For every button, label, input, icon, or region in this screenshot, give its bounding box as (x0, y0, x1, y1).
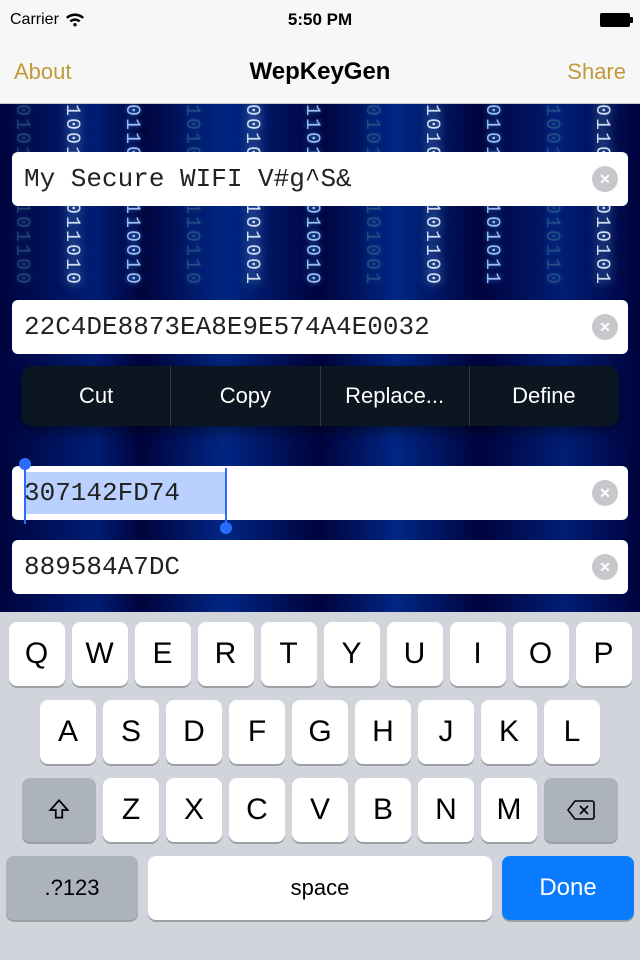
key-b[interactable]: B (355, 778, 411, 842)
key-z[interactable]: Z (103, 778, 159, 842)
copy-button[interactable]: Copy (171, 366, 320, 426)
key2-input[interactable] (24, 478, 592, 508)
define-button[interactable]: Define (470, 366, 618, 426)
status-bar: Carrier 5:50 PM (0, 0, 640, 40)
content-area: 0101100101100 1001011011010 011010011001… (0, 104, 640, 612)
key-y[interactable]: Y (324, 622, 380, 686)
ssid-input[interactable] (24, 164, 592, 194)
key-t[interactable]: T (261, 622, 317, 686)
keyboard-row-2: A S D F G H J K L (6, 700, 634, 764)
selection-handle-start[interactable] (19, 458, 31, 470)
clear-icon[interactable] (592, 480, 618, 506)
keyboard-row-4: .?123 space Done (6, 856, 634, 920)
key-l[interactable]: L (544, 700, 600, 764)
key-w[interactable]: W (72, 622, 128, 686)
key-c[interactable]: C (229, 778, 285, 842)
key-d[interactable]: D (166, 700, 222, 764)
cut-button[interactable]: Cut (22, 366, 171, 426)
key-e[interactable]: E (135, 622, 191, 686)
key-s[interactable]: S (103, 700, 159, 764)
key-i[interactable]: I (450, 622, 506, 686)
page-title: WepKeyGen (250, 58, 391, 86)
edit-menu: Cut Copy Replace... Define (22, 366, 618, 426)
keyboard-row-1: Q W E R T Y U I O P (6, 622, 634, 686)
key-j[interactable]: J (418, 700, 474, 764)
space-key[interactable]: space (148, 856, 492, 920)
selection-handle-end[interactable] (220, 522, 232, 534)
replace-button[interactable]: Replace... (321, 366, 470, 426)
key-x[interactable]: X (166, 778, 222, 842)
backspace-key[interactable] (544, 778, 618, 842)
key-r[interactable]: R (198, 622, 254, 686)
done-key[interactable]: Done (502, 856, 634, 920)
key-f[interactable]: F (229, 700, 285, 764)
key-k[interactable]: K (481, 700, 537, 764)
battery-icon (600, 13, 630, 27)
key-n[interactable]: N (418, 778, 474, 842)
ssid-field-row (12, 152, 628, 206)
key1-field-row (12, 300, 628, 354)
key-g[interactable]: G (292, 700, 348, 764)
key-m[interactable]: M (481, 778, 537, 842)
mode-key[interactable]: .?123 (6, 856, 138, 920)
nav-bar: About WepKeyGen Share (0, 40, 640, 104)
key-p[interactable]: P (576, 622, 632, 686)
key3-field-row (12, 540, 628, 594)
key-o[interactable]: O (513, 622, 569, 686)
shift-key[interactable] (22, 778, 96, 842)
about-button[interactable]: About (14, 40, 72, 103)
key-u[interactable]: U (387, 622, 443, 686)
keyboard: Q W E R T Y U I O P A S D F G H J K L Z (0, 612, 640, 960)
clear-icon[interactable] (592, 166, 618, 192)
key-a[interactable]: A (40, 700, 96, 764)
key-h[interactable]: H (355, 700, 411, 764)
clear-icon[interactable] (592, 314, 618, 340)
key2-field-row (12, 466, 628, 520)
key-v[interactable]: V (292, 778, 348, 842)
clear-icon[interactable] (592, 554, 618, 580)
key3-input[interactable] (24, 552, 592, 582)
keyboard-row-3: Z X C V B N M (6, 778, 634, 842)
clock-label: 5:50 PM (0, 10, 640, 30)
key1-input[interactable] (24, 312, 592, 342)
share-button[interactable]: Share (567, 40, 626, 103)
key-q[interactable]: Q (9, 622, 65, 686)
